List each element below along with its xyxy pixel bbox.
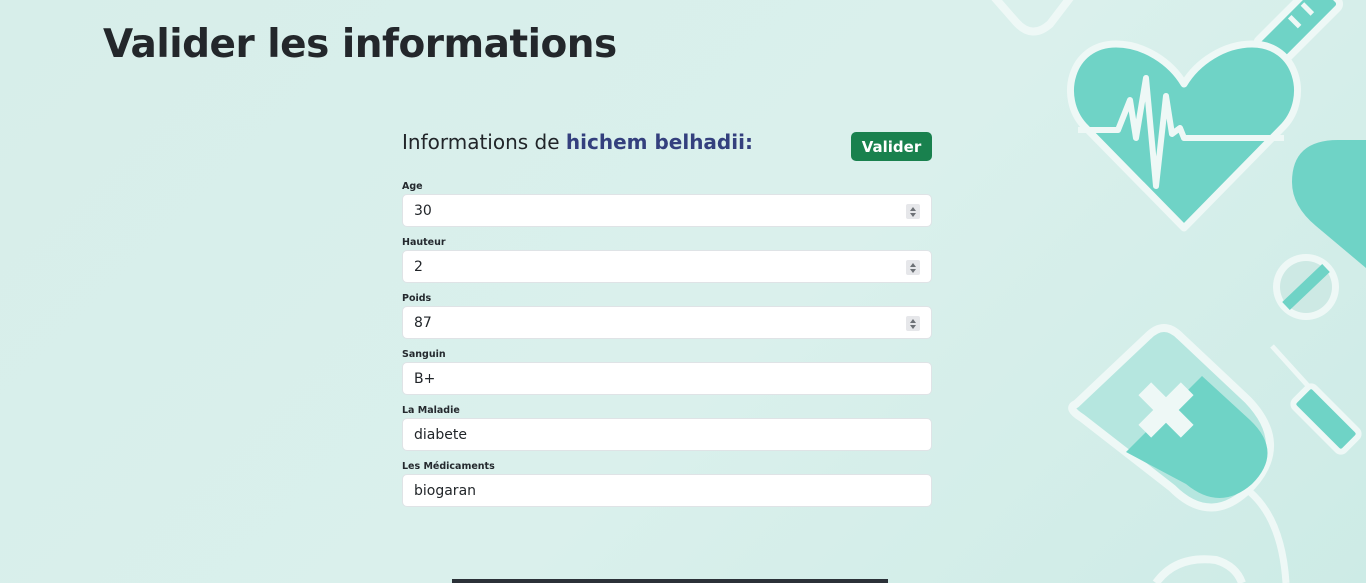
- patient-info-form: Informations de hichem belhadii: Valider…: [402, 128, 932, 514]
- hauteur-input-box: [402, 250, 932, 283]
- maladie-label: La Maladie: [402, 405, 460, 416]
- age-field-group: Age: [402, 178, 932, 234]
- tube-bottom-right-icon: [1152, 555, 1246, 583]
- blood-bag-icon: [1068, 324, 1290, 583]
- age-label: Age: [402, 181, 423, 192]
- sanguin-field-group: Sanguin: [402, 346, 932, 402]
- maladie-field-group: La Maladie: [402, 402, 932, 458]
- page-title: Valider les informations: [103, 22, 617, 67]
- bottom-bar: [452, 579, 888, 583]
- medical-background-illustration: [991, 0, 1366, 583]
- pill-partial-icon: [1292, 140, 1366, 268]
- hauteur-field-group: Hauteur: [402, 234, 932, 290]
- stepper-down-icon[interactable]: [910, 212, 916, 217]
- maladie-input-box: [402, 418, 932, 451]
- form-heading-prefix: Informations de: [402, 130, 566, 154]
- age-input[interactable]: [403, 195, 931, 226]
- sanguin-input[interactable]: [403, 363, 931, 394]
- validate-button[interactable]: Valider: [851, 132, 932, 161]
- pill-icon: [1273, 254, 1339, 320]
- hauteur-stepper[interactable]: [906, 260, 920, 275]
- poids-input-box: [402, 306, 932, 339]
- heart-pulse-icon: [1067, 40, 1301, 232]
- stepper-up-icon[interactable]: [910, 318, 916, 323]
- hauteur-input[interactable]: [403, 251, 931, 282]
- maladie-input[interactable]: [403, 419, 931, 450]
- stepper-down-icon[interactable]: [910, 268, 916, 273]
- poids-stepper[interactable]: [906, 316, 920, 331]
- syringe-small-icon: [1270, 344, 1362, 455]
- tube-top-icon: [991, 0, 1074, 36]
- stepper-up-icon[interactable]: [910, 206, 916, 211]
- stepper-down-icon[interactable]: [910, 324, 916, 329]
- form-heading: Informations de hichem belhadii:: [402, 130, 753, 154]
- medicaments-label: Les Médicaments: [402, 461, 495, 472]
- sanguin-input-box: [402, 362, 932, 395]
- patient-name: hichem belhadii: [565, 130, 745, 154]
- hauteur-label: Hauteur: [402, 237, 446, 248]
- poids-field-group: Poids: [402, 290, 932, 346]
- poids-input[interactable]: [403, 307, 931, 338]
- sanguin-label: Sanguin: [402, 349, 446, 360]
- form-heading-suffix: :: [744, 130, 753, 154]
- medicaments-input-box: [402, 474, 932, 507]
- poids-label: Poids: [402, 293, 432, 304]
- form-header: Informations de hichem belhadii: Valider: [402, 128, 932, 178]
- age-stepper[interactable]: [906, 204, 920, 219]
- medicaments-input[interactable]: [403, 475, 931, 506]
- stepper-up-icon[interactable]: [910, 262, 916, 267]
- age-input-box: [402, 194, 932, 227]
- medicaments-field-group: Les Médicaments: [402, 458, 932, 514]
